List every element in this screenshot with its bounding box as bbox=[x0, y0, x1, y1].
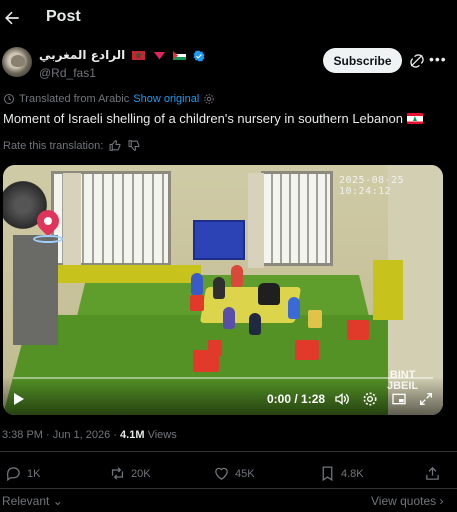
view-quotes-label: View quotes bbox=[371, 494, 437, 508]
translated-from-label: Translated from Arabic bbox=[19, 93, 130, 105]
page-title: Post bbox=[46, 8, 81, 25]
share-button[interactable] bbox=[424, 465, 441, 482]
action-bar: 1K 20K 45K 4.8K bbox=[0, 465, 457, 487]
bookmark-icon bbox=[322, 466, 333, 482]
translation-note: Translated from Arabic Show original bbox=[3, 93, 215, 105]
back-arrow-icon[interactable] bbox=[2, 8, 22, 28]
views-label: Views bbox=[147, 429, 177, 441]
post-meta: 3:38 PM · Jun 1, 2026 · 4.1M Views bbox=[2, 429, 177, 441]
video-curtain-right bbox=[248, 173, 264, 268]
share-icon bbox=[426, 466, 439, 480]
video-child bbox=[191, 273, 203, 295]
video-curtain-left bbox=[63, 173, 81, 273]
top-bar: Post bbox=[0, 0, 457, 36]
tweet-text: Moment of Israeli shelling of a children… bbox=[3, 110, 453, 128]
repost-icon bbox=[111, 467, 124, 480]
video-chair bbox=[295, 340, 319, 360]
rate-translation-label: Rate this translation: bbox=[3, 139, 104, 152]
divider bbox=[0, 488, 457, 489]
video-child bbox=[223, 307, 235, 329]
location-pin-ring bbox=[33, 235, 63, 243]
video-progress-bar[interactable] bbox=[13, 377, 433, 379]
morocco-flag-icon bbox=[132, 51, 146, 60]
bookmark-button[interactable]: 4.8K bbox=[319, 465, 364, 482]
video-time: 0:00 / 1:28 bbox=[267, 392, 326, 406]
fullscreen-icon[interactable] bbox=[418, 391, 434, 407]
bookmark-count: 4.8K bbox=[341, 467, 364, 480]
camera-timestamp: 2025-08-25 10:24:12 bbox=[339, 175, 405, 197]
chevron-right-icon: › bbox=[439, 494, 444, 508]
video-wall-panel-left bbox=[51, 265, 201, 283]
verified-badge-icon bbox=[193, 50, 205, 61]
thumbs-down-icon[interactable] bbox=[128, 139, 141, 152]
repost-count: 20K bbox=[131, 467, 151, 480]
video-chair bbox=[308, 310, 322, 328]
video-child bbox=[288, 297, 300, 319]
video-child bbox=[249, 313, 261, 335]
video-chair bbox=[347, 320, 369, 340]
sort-label: Relevant bbox=[2, 494, 50, 508]
video-child bbox=[213, 277, 225, 299]
video-child bbox=[231, 265, 243, 287]
video-chair bbox=[193, 350, 219, 372]
author-handle[interactable]: @Rd_fas1 bbox=[39, 66, 96, 80]
repost-button[interactable]: 20K bbox=[109, 465, 151, 482]
picture-in-picture-icon[interactable] bbox=[391, 391, 407, 407]
like-count: 45K bbox=[235, 467, 255, 480]
views-count: 4.1M bbox=[120, 429, 145, 441]
channel-watermark: BINT JBEIL bbox=[387, 370, 418, 392]
like-button[interactable]: 45K bbox=[213, 465, 255, 482]
settings-gear-icon[interactable] bbox=[203, 93, 215, 105]
video-chair bbox=[190, 295, 204, 311]
more-options-icon[interactable]: ••• bbox=[429, 51, 447, 67]
video-player[interactable]: 2025-08-25 10:24:12 BINT JBEIL 0:00 / 1:… bbox=[3, 165, 443, 415]
avatar[interactable] bbox=[2, 47, 32, 77]
palestine-flag-icon bbox=[172, 51, 186, 60]
video-door bbox=[13, 235, 58, 345]
video-window-right bbox=[261, 171, 333, 266]
post-date[interactable]: Jun 1, 2026 bbox=[53, 429, 111, 441]
subscribe-button[interactable]: Subscribe bbox=[323, 48, 402, 73]
author-display-name[interactable]: الرادع المغربي bbox=[39, 48, 125, 62]
reply-button[interactable]: 1K bbox=[5, 465, 40, 482]
tweet-body: Moment of Israeli shelling of a children… bbox=[3, 111, 403, 126]
grok-icon[interactable] bbox=[409, 53, 425, 69]
view-quotes-link[interactable]: View quotes › bbox=[371, 494, 444, 508]
lebanon-flag-icon bbox=[406, 113, 423, 124]
translate-icon bbox=[4, 93, 14, 105]
play-icon[interactable] bbox=[14, 393, 24, 405]
rate-translation: Rate this translation: bbox=[3, 139, 141, 152]
thumbs-up-icon[interactable] bbox=[109, 139, 122, 152]
settings-icon[interactable] bbox=[362, 391, 378, 407]
video-wall-panel-right bbox=[373, 260, 403, 320]
video-child bbox=[258, 283, 280, 305]
author-name-row[interactable]: الرادع المغربي bbox=[39, 48, 205, 62]
sort-dropdown[interactable]: Relevant ⌄ bbox=[2, 494, 63, 508]
video-blue-shelf bbox=[193, 220, 245, 260]
divider bbox=[0, 451, 457, 452]
volume-icon[interactable] bbox=[334, 391, 350, 407]
heart-icon bbox=[215, 467, 228, 480]
reply-count: 1K bbox=[27, 467, 41, 480]
reply-icon bbox=[6, 467, 20, 482]
red-triangle-icon bbox=[153, 52, 165, 60]
chevron-down-icon: ⌄ bbox=[52, 494, 63, 508]
post-time[interactable]: 3:38 PM bbox=[2, 429, 43, 441]
show-original-link[interactable]: Show original bbox=[133, 93, 199, 105]
